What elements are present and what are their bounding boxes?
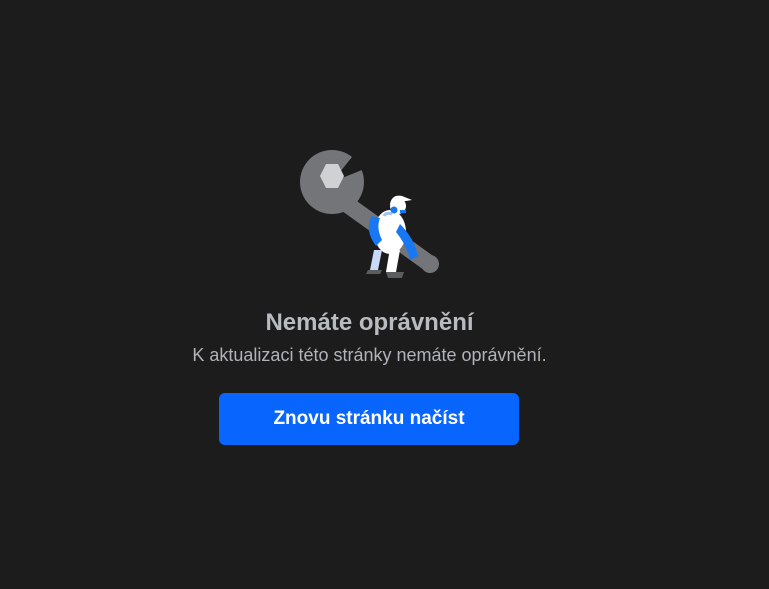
error-message: K aktualizaci této stránky nemáte oprávn… <box>192 345 547 365</box>
error-page: Nemáte oprávnění K aktualizaci této strá… <box>0 0 769 589</box>
page-title: Nemáte oprávnění <box>265 309 474 336</box>
reload-page-button[interactable]: Znovu stránku načíst <box>219 393 519 445</box>
wrench-worker-icon <box>296 148 446 284</box>
